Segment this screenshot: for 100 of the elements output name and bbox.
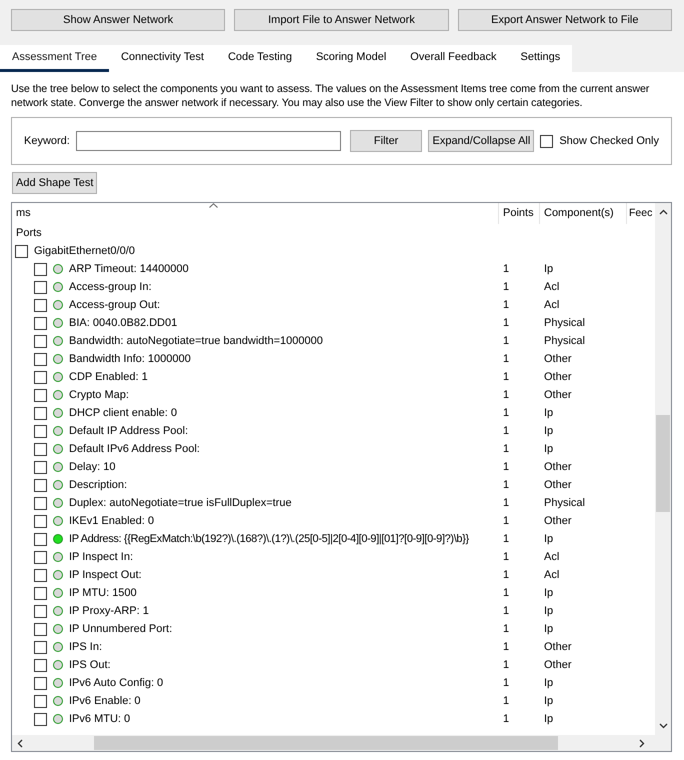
tree-item-label[interactable]: Access-group Out:: [69, 296, 160, 314]
component-cell: Other: [544, 460, 572, 473]
scrollbar-thumb[interactable]: [656, 415, 670, 512]
tree-item-label[interactable]: BIA: 0040.0B82.DD01: [69, 314, 178, 332]
tree-item-label[interactable]: IPS In:: [69, 638, 102, 656]
tree-item-label[interactable]: Default IP Address Pool:: [69, 422, 188, 440]
tree-checkbox[interactable]: [34, 478, 47, 492]
tree-item-label[interactable]: IPv6 Auto Config: 0: [69, 674, 164, 692]
points-cell: 1: [503, 550, 510, 563]
component-cell: Other: [544, 658, 572, 671]
points-cell: 1: [503, 496, 510, 509]
tree-checkbox[interactable]: [34, 568, 47, 582]
scroll-right-icon[interactable]: [639, 738, 645, 748]
column-header[interactable]: Points: [499, 203, 540, 224]
tree-item-label[interactable]: IPS Out:: [69, 656, 111, 674]
points-cell: 1: [503, 640, 510, 653]
tree-checkbox[interactable]: [34, 712, 47, 726]
column-header[interactable]: Feec: [627, 203, 655, 224]
points-cell: 1: [503, 478, 510, 491]
instructions-text: Use the tree below to select the components you want to assess. The values on the Assessment Items tree come from the current answer network state. Converge the answer network if necessary. You may also use the View Filter to show only certain categories.: [10, 82, 650, 111]
tree-item-label[interactable]: IPv6 MTU: 0: [69, 710, 130, 728]
tree-checkbox[interactable]: [34, 550, 47, 564]
tree-checkbox[interactable]: [34, 496, 47, 510]
tree-checkbox[interactable]: [34, 334, 47, 348]
points-cell: 1: [503, 388, 510, 401]
tree-item-label[interactable]: Access-group In:: [69, 278, 152, 296]
horizontal-scrollbar[interactable]: [12, 735, 671, 751]
tree-checkbox[interactable]: [34, 298, 47, 312]
component-cell: Acl: [544, 568, 560, 581]
column-header[interactable]: ms: [12, 203, 499, 224]
scroll-left-icon[interactable]: [17, 738, 23, 748]
add-shape-test-button[interactable]: Add Shape Test: [12, 172, 98, 194]
tree-checkbox[interactable]: [15, 244, 28, 258]
tree-item-label[interactable]: ARP Timeout: 14400000: [69, 260, 189, 278]
points-cell: 1: [503, 352, 510, 365]
points-cell: 1: [503, 460, 510, 473]
points-cell: 1: [503, 316, 510, 329]
points-cell: 1: [503, 586, 510, 599]
tree-checkbox[interactable]: [34, 658, 47, 672]
points-cell: 1: [503, 406, 510, 419]
tree-checkbox[interactable]: [34, 388, 47, 402]
points-cell: 1: [503, 514, 510, 527]
tree-checkbox[interactable]: [34, 370, 47, 384]
tree-item-label[interactable]: IP Address: {{RegExMatch:\b(192?)\.(168?)\.(1?)\.(25[0-5]|2[0-4][0-9]|[01]?[0-9][0-9]?)\b}}: [69, 530, 469, 548]
tree-item-label[interactable]: CDP Enabled: 1: [69, 368, 148, 386]
component-cell: Ip: [544, 532, 554, 545]
tree-checkbox[interactable]: [34, 676, 47, 690]
expand-collapse-button[interactable]: Expand/Collapse All: [428, 130, 534, 152]
tree-item-label[interactable]: IKEv1 Enabled: 0: [69, 512, 154, 530]
points-cell: 1: [503, 424, 510, 437]
action-button[interactable]: Import File to Answer Network: [234, 9, 449, 31]
tree-item-label[interactable]: IP Unnumbered Port:: [69, 620, 172, 638]
tree-item-label[interactable]: Duplex: autoNegotiate=true isFullDuplex=true: [69, 494, 292, 512]
tree-checkbox[interactable]: [34, 280, 47, 294]
tree-checkbox[interactable]: [34, 424, 47, 438]
scroll-down-icon[interactable]: [658, 723, 668, 729]
component-cell: Other: [544, 640, 572, 653]
tree-item-label[interactable]: Crypto Map:: [69, 386, 129, 404]
tree-item-label[interactable]: IP Inspect Out:: [69, 566, 142, 584]
tree-checkbox[interactable]: [34, 352, 47, 366]
component-cell: Ip: [544, 424, 554, 437]
tree-checkbox[interactable]: [34, 586, 47, 600]
tree-checkbox[interactable]: [34, 604, 47, 618]
points-cell: 1: [503, 622, 510, 635]
component-cell: Ip: [544, 262, 554, 275]
tree-item-label[interactable]: IPv6 Enable: 0: [69, 692, 141, 710]
tree-item-label[interactable]: IP Inspect In:: [69, 548, 134, 566]
action-button[interactable]: Export Answer Network to File: [458, 9, 672, 31]
scroll-up-icon[interactable]: [658, 209, 668, 215]
tree-item-label[interactable]: Bandwidth Info: 1000000: [69, 350, 191, 368]
tree-item-label[interactable]: DHCP client enable: 0: [69, 404, 178, 422]
tree-item-label[interactable]: Default IPv6 Address Pool:: [69, 440, 200, 458]
scrollbar-thumb[interactable]: [94, 736, 558, 750]
tree-item-label[interactable]: Ports: [16, 224, 42, 242]
tree-checkbox[interactable]: [34, 406, 47, 420]
tree-checkbox[interactable]: [34, 694, 47, 708]
tree-checkbox[interactable]: [34, 640, 47, 654]
tree-item-label[interactable]: Description:: [69, 476, 128, 494]
points-cell: 1: [503, 532, 510, 545]
tree-checkbox[interactable]: [34, 514, 47, 528]
component-cell: Ip: [544, 712, 554, 725]
component-cell: Other: [544, 370, 572, 383]
tree-checkbox[interactable]: [34, 442, 47, 456]
tree-checkbox[interactable]: [34, 622, 47, 636]
vertical-scrollbar[interactable]: [655, 203, 671, 735]
tree-item-label[interactable]: GigabitEthernet0/0/0: [34, 242, 135, 260]
keyword-field[interactable]: [76, 131, 341, 151]
column-header[interactable]: Component(s): [540, 203, 627, 224]
tree-item-label[interactable]: Bandwidth: autoNegotiate=true bandwidth=1000000: [69, 332, 323, 350]
action-button[interactable]: Show Answer Network: [11, 9, 226, 31]
tree-item-label[interactable]: Delay: 10: [69, 458, 116, 476]
tree-checkbox[interactable]: [34, 316, 47, 330]
filter-button[interactable]: Filter: [350, 130, 422, 152]
show-checked-label: Show Checked Only: [559, 134, 659, 149]
tree-item-label[interactable]: IP MTU: 1500: [69, 584, 137, 602]
tree-checkbox[interactable]: [34, 460, 47, 474]
tree-checkbox[interactable]: [34, 532, 47, 546]
show-checked-checkbox[interactable]: [540, 134, 554, 148]
tree-checkbox[interactable]: [34, 262, 47, 276]
tree-item-label[interactable]: IP Proxy-ARP: 1: [69, 602, 149, 620]
